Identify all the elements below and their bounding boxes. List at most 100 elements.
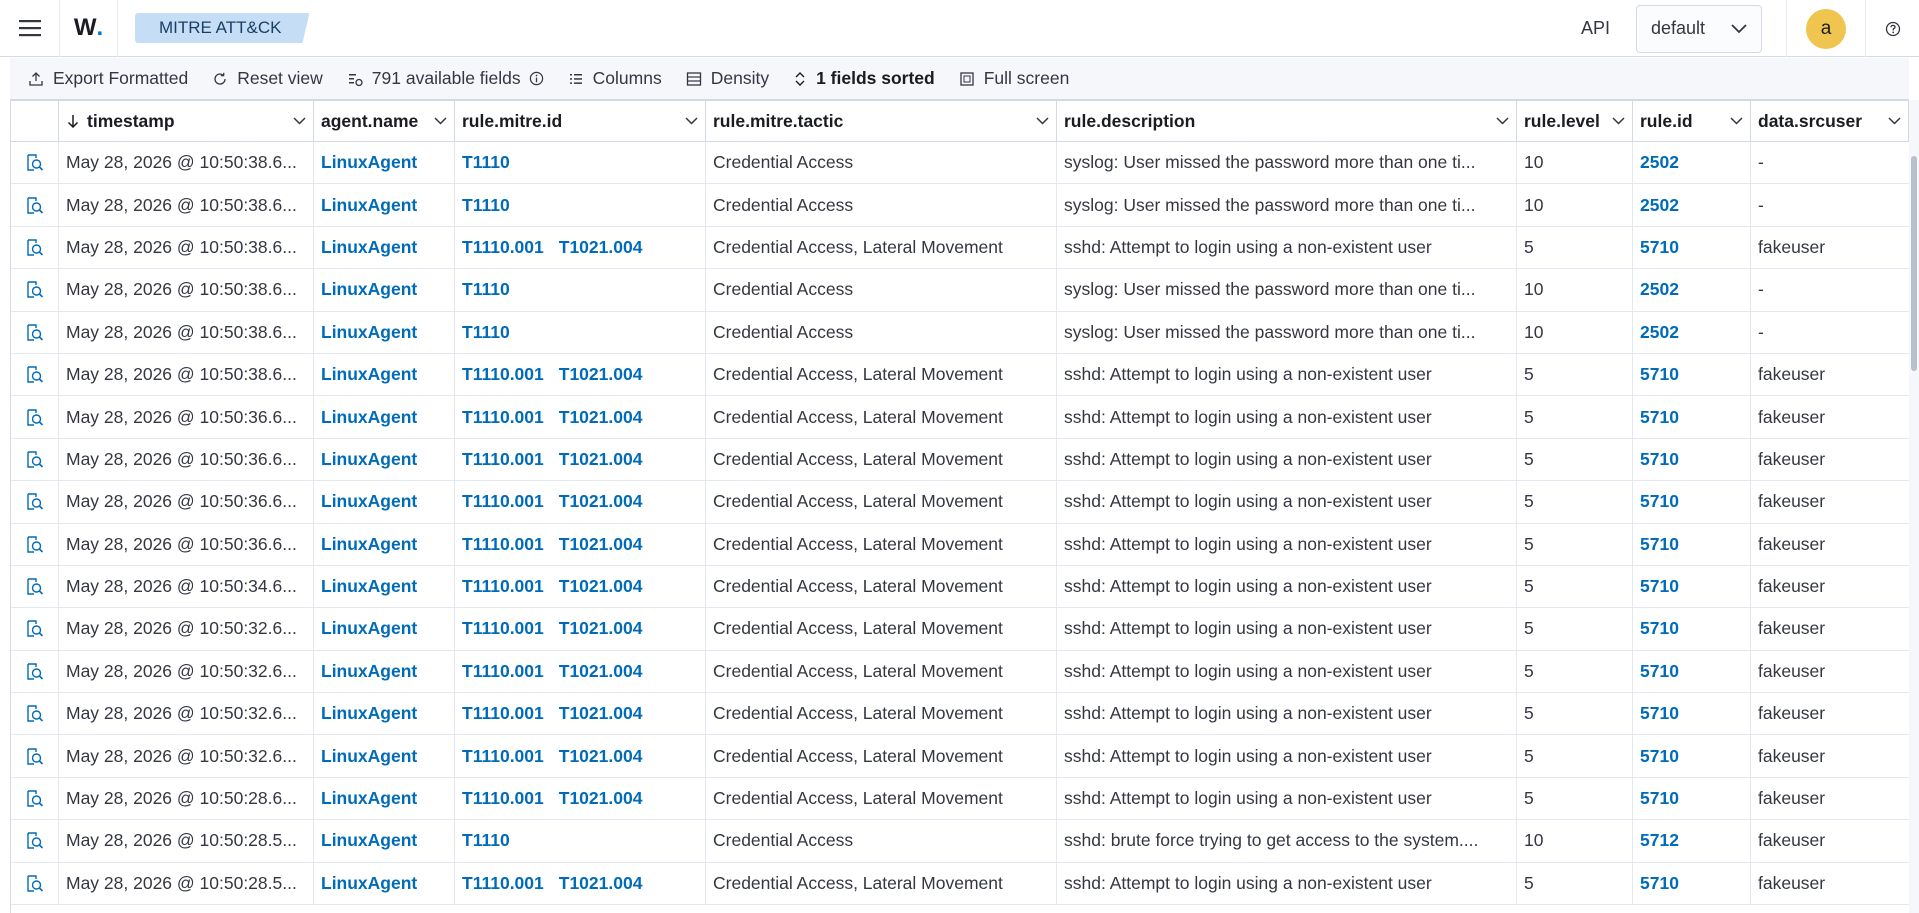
rule-id-link[interactable]: 5712 xyxy=(1640,830,1679,851)
rule-id-link[interactable]: 2502 xyxy=(1640,195,1679,216)
mitre-technique-link[interactable]: T1110.001 xyxy=(462,534,544,555)
reset-view-button[interactable]: Reset view xyxy=(212,68,323,89)
mitre-technique-link[interactable]: T1021.004 xyxy=(559,407,643,428)
mitre-technique-link[interactable]: T1110.001 xyxy=(462,407,544,428)
rule-id-link[interactable]: 5710 xyxy=(1640,873,1679,894)
mitre-technique-link[interactable]: T1110.001 xyxy=(462,618,544,639)
chevron-down-icon[interactable] xyxy=(293,117,306,125)
inspect-document-button[interactable] xyxy=(25,747,44,766)
rule-id-link[interactable]: 2502 xyxy=(1640,279,1679,300)
chevron-down-icon[interactable] xyxy=(1612,117,1625,125)
menu-button[interactable] xyxy=(0,0,60,57)
mitre-technique-link[interactable]: T1110.001 xyxy=(462,703,544,724)
agent-name-link[interactable]: LinuxAgent xyxy=(321,237,417,258)
user-menu[interactable]: a xyxy=(1787,0,1865,57)
inspect-document-button[interactable] xyxy=(25,704,44,723)
rule-id-link[interactable]: 5710 xyxy=(1640,449,1679,470)
chevron-down-icon[interactable] xyxy=(434,117,447,125)
mitre-technique-link[interactable]: T1110 xyxy=(462,152,510,173)
rule-id-link[interactable]: 5710 xyxy=(1640,534,1679,555)
rule-id-link[interactable]: 5710 xyxy=(1640,407,1679,428)
inspect-document-button[interactable] xyxy=(25,535,44,554)
agent-name-link[interactable]: LinuxAgent xyxy=(321,195,417,216)
inspect-document-button[interactable] xyxy=(25,280,44,299)
rule-id-link[interactable]: 2502 xyxy=(1640,152,1679,173)
mitre-technique-link[interactable]: T1021.004 xyxy=(559,364,643,385)
inspect-document-button[interactable] xyxy=(25,323,44,342)
sort-fields-button[interactable]: 1 fields sorted xyxy=(793,68,935,89)
mitre-technique-link[interactable]: T1110 xyxy=(462,195,510,216)
inspect-document-button[interactable] xyxy=(25,450,44,469)
agent-name-link[interactable]: LinuxAgent xyxy=(321,322,417,343)
mitre-technique-link[interactable]: T1021.004 xyxy=(559,618,643,639)
rule-id-link[interactable]: 5710 xyxy=(1640,661,1679,682)
inspect-document-button[interactable] xyxy=(25,153,44,172)
chevron-down-icon[interactable] xyxy=(1496,117,1509,125)
inspect-document-button[interactable] xyxy=(25,662,44,681)
agent-name-link[interactable]: LinuxAgent xyxy=(321,830,417,851)
full-screen-button[interactable]: Full screen xyxy=(959,68,1069,89)
tenant-selector[interactable]: default xyxy=(1636,4,1762,53)
inspect-document-button[interactable] xyxy=(25,408,44,427)
column-header-rule-mitre-id[interactable]: rule.mitre.id xyxy=(455,101,706,141)
agent-name-link[interactable]: LinuxAgent xyxy=(321,618,417,639)
agent-name-link[interactable]: LinuxAgent xyxy=(321,407,417,428)
agent-name-link[interactable]: LinuxAgent xyxy=(321,491,417,512)
export-formatted-button[interactable]: Export Formatted xyxy=(28,68,188,89)
rule-id-link[interactable]: 5710 xyxy=(1640,618,1679,639)
rule-id-link[interactable]: 5710 xyxy=(1640,364,1679,385)
chevron-down-icon[interactable] xyxy=(1730,117,1743,125)
agent-name-link[interactable]: LinuxAgent xyxy=(321,534,417,555)
mitre-technique-link[interactable]: T1021.004 xyxy=(559,237,643,258)
mitre-technique-link[interactable]: T1110.001 xyxy=(462,491,544,512)
rule-id-link[interactable]: 5710 xyxy=(1640,491,1679,512)
agent-name-link[interactable]: LinuxAgent xyxy=(321,449,417,470)
density-button[interactable]: Density xyxy=(686,68,769,89)
help-button[interactable] xyxy=(1865,0,1919,57)
agent-name-link[interactable]: LinuxAgent xyxy=(321,152,417,173)
column-header-rule-description[interactable]: rule.description xyxy=(1057,101,1517,141)
inspect-document-button[interactable] xyxy=(25,365,44,384)
agent-name-link[interactable]: LinuxAgent xyxy=(321,576,417,597)
column-header-rule-mitre-tactic[interactable]: rule.mitre.tactic xyxy=(706,101,1057,141)
mitre-technique-link[interactable]: T1110.001 xyxy=(462,873,544,894)
column-header-data-srcuser[interactable]: data.srcuser xyxy=(1751,101,1909,141)
mitre-technique-link[interactable]: T1110 xyxy=(462,279,510,300)
inspect-document-button[interactable] xyxy=(25,619,44,638)
mitre-technique-link[interactable]: T1021.004 xyxy=(559,534,643,555)
inspect-document-button[interactable] xyxy=(25,577,44,596)
inspect-document-button[interactable] xyxy=(25,492,44,511)
mitre-technique-link[interactable]: T1110.001 xyxy=(462,746,544,767)
chevron-down-icon[interactable] xyxy=(685,117,698,125)
rule-id-link[interactable]: 5710 xyxy=(1640,237,1679,258)
rule-id-link[interactable]: 5710 xyxy=(1640,576,1679,597)
app-logo[interactable]: W. xyxy=(60,0,118,57)
api-link[interactable]: API xyxy=(1581,18,1610,39)
rule-id-link[interactable]: 5710 xyxy=(1640,703,1679,724)
mitre-technique-link[interactable]: T1021.004 xyxy=(559,746,643,767)
breadcrumb-mitre[interactable]: MITRE ATT&CK xyxy=(135,13,310,43)
rule-id-link[interactable]: 5710 xyxy=(1640,788,1679,809)
rule-id-link[interactable]: 2502 xyxy=(1640,322,1679,343)
agent-name-link[interactable]: LinuxAgent xyxy=(321,788,417,809)
agent-name-link[interactable]: LinuxAgent xyxy=(321,364,417,385)
column-header-rule-id[interactable]: rule.id xyxy=(1633,101,1751,141)
rule-id-link[interactable]: 5710 xyxy=(1640,746,1679,767)
columns-button[interactable]: Columns xyxy=(568,68,662,89)
mitre-technique-link[interactable]: T1110.001 xyxy=(462,788,544,809)
inspect-document-button[interactable] xyxy=(25,238,44,257)
mitre-technique-link[interactable]: T1021.004 xyxy=(559,788,643,809)
mitre-technique-link[interactable]: T1021.004 xyxy=(559,449,643,470)
inspect-document-button[interactable] xyxy=(25,196,44,215)
mitre-technique-link[interactable]: T1110.001 xyxy=(462,364,544,385)
inspect-document-button[interactable] xyxy=(25,789,44,808)
column-header-rule-level[interactable]: rule.level xyxy=(1517,101,1633,141)
mitre-technique-link[interactable]: T1021.004 xyxy=(559,873,643,894)
mitre-technique-link[interactable]: T1110 xyxy=(462,322,510,343)
agent-name-link[interactable]: LinuxAgent xyxy=(321,873,417,894)
agent-name-link[interactable]: LinuxAgent xyxy=(321,279,417,300)
mitre-technique-link[interactable]: T1021.004 xyxy=(559,703,643,724)
inspect-document-button[interactable] xyxy=(25,874,44,893)
mitre-technique-link[interactable]: T1021.004 xyxy=(559,661,643,682)
mitre-technique-link[interactable]: T1110.001 xyxy=(462,576,544,597)
